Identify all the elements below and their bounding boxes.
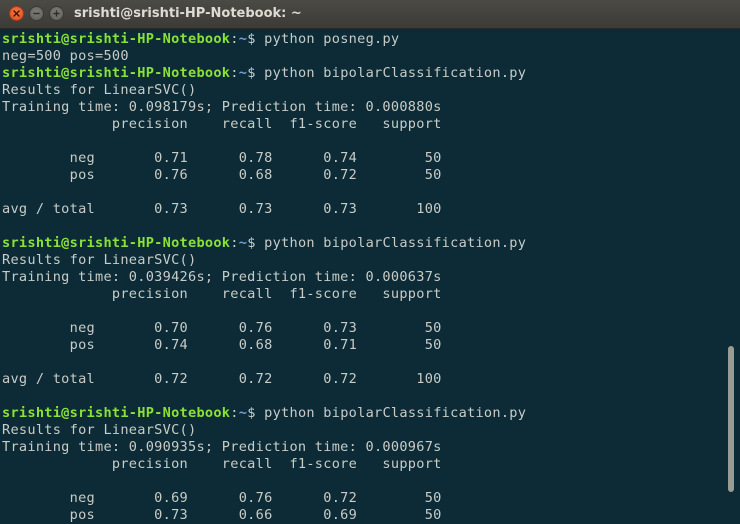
prompt-line: srishti@srishti-HP-Notebook:~$ python bi…: [2, 405, 722, 422]
prompt-symbol: $: [247, 31, 265, 47]
output-line: Results for LinearSVC(): [2, 252, 197, 268]
minimize-icon: [33, 10, 40, 17]
terminal-window: srishti@srishti-HP-Notebook: ~ srishti@s…: [0, 0, 740, 524]
prompt-line: srishti@srishti-HP-Notebook:~$ python po…: [2, 31, 722, 48]
vertical-scrollbar[interactable]: [723, 29, 740, 524]
command-text: python posneg.py: [264, 31, 400, 47]
output-line: Training time: 0.090935s; Prediction tim…: [2, 439, 442, 455]
prompt-user: srishti@srishti-HP-Notebook: [2, 31, 231, 47]
minimize-button[interactable]: [29, 6, 44, 21]
output-line: pos 0.76 0.68 0.72 50: [2, 167, 442, 183]
output-line: precision recall f1-score support: [2, 116, 442, 132]
output-line: precision recall f1-score support: [2, 286, 442, 302]
prompt-line: srishti@srishti-HP-Notebook:~$ python bi…: [2, 235, 722, 252]
close-button[interactable]: [9, 6, 24, 21]
output-line: neg=500 pos=500: [2, 48, 129, 64]
output-line: Results for LinearSVC(): [2, 82, 197, 98]
prompt-separator: :: [230, 235, 239, 251]
prompt-symbol: $: [247, 405, 265, 421]
output-line: pos 0.73 0.66 0.69 50: [2, 507, 442, 523]
maximize-icon: [53, 10, 60, 17]
prompt-separator: :: [230, 405, 239, 421]
scrollbar-thumb[interactable]: [728, 346, 734, 492]
prompt-user: srishti@srishti-HP-Notebook: [2, 405, 231, 421]
prompt-user: srishti@srishti-HP-Notebook: [2, 65, 231, 81]
prompt-separator: :: [230, 65, 239, 81]
prompt-symbol: $: [247, 65, 265, 81]
close-icon: [13, 10, 20, 17]
prompt-path: ~: [238, 65, 248, 81]
command-text: python bipolarClassification.py: [264, 65, 527, 81]
output-line: Training time: 0.098179s; Prediction tim…: [2, 99, 442, 115]
command-text: python bipolarClassification.py: [264, 405, 527, 421]
prompt-line: srishti@srishti-HP-Notebook:~$ python bi…: [2, 65, 722, 82]
output-line: neg 0.69 0.76 0.72 50: [2, 490, 442, 506]
prompt-separator: :: [230, 31, 239, 47]
prompt-path: ~: [238, 405, 248, 421]
prompt-user: srishti@srishti-HP-Notebook: [2, 235, 231, 251]
output-line: Results for LinearSVC(): [2, 422, 197, 438]
output-line: pos 0.74 0.68 0.71 50: [2, 337, 442, 353]
command-text: python bipolarClassification.py: [264, 235, 527, 251]
prompt-path: ~: [238, 235, 248, 251]
output-line: precision recall f1-score support: [2, 456, 442, 472]
output-line: Training time: 0.039426s; Prediction tim…: [2, 269, 442, 285]
title-bar[interactable]: srishti@srishti-HP-Notebook: ~: [0, 0, 740, 29]
output-line: neg 0.70 0.76 0.73 50: [2, 320, 442, 336]
output-line: avg / total 0.72 0.72 0.72 100: [2, 371, 442, 387]
maximize-button[interactable]: [49, 6, 64, 21]
output-line: neg 0.71 0.78 0.74 50: [2, 150, 442, 166]
prompt-symbol: $: [247, 235, 265, 251]
window-title: srishti@srishti-HP-Notebook: ~: [74, 6, 302, 21]
prompt-path: ~: [238, 31, 248, 47]
terminal-output[interactable]: srishti@srishti-HP-Notebook:~$ python po…: [2, 31, 722, 524]
output-line: avg / total 0.73 0.73 0.73 100: [2, 201, 442, 217]
